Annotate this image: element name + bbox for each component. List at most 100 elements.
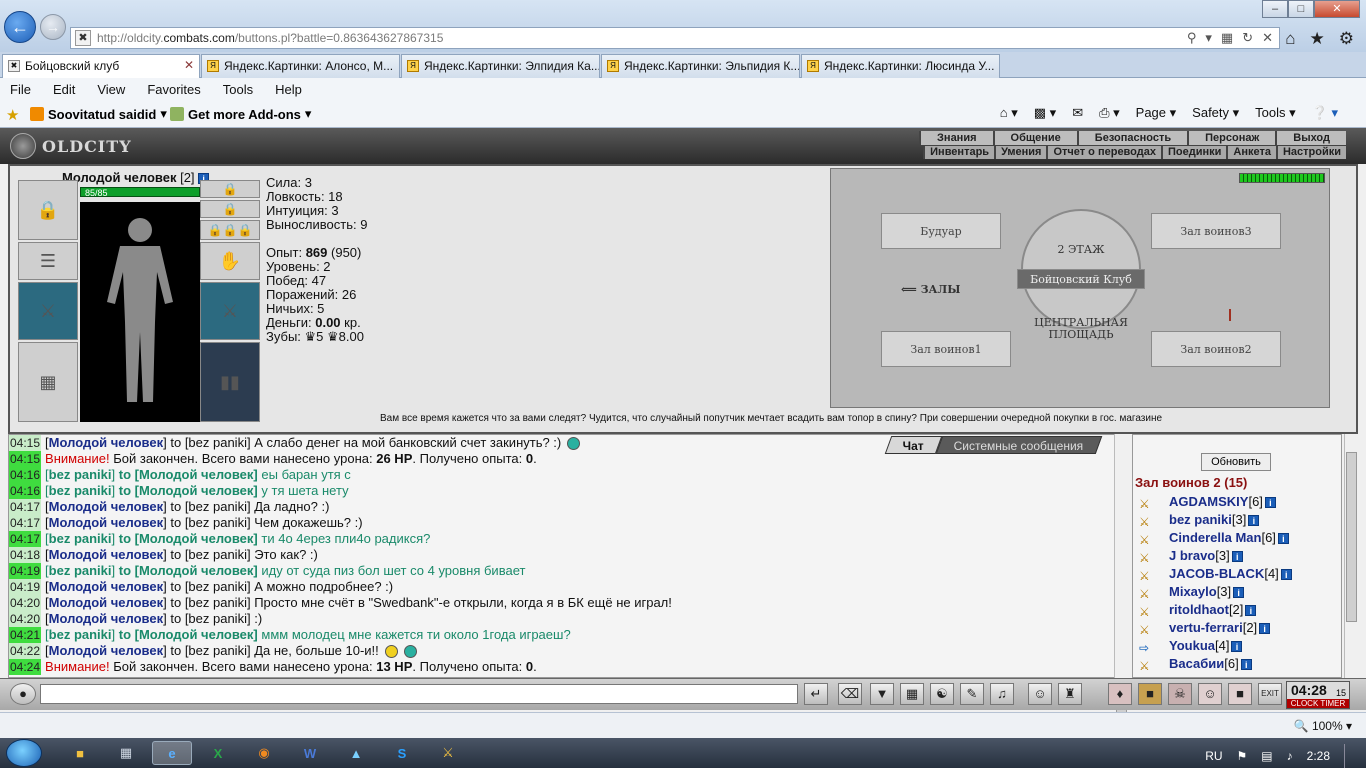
tab-yandex-1[interactable]: Я Яндекс.Картинки: Алонсо, М...	[201, 54, 400, 78]
close-button[interactable]: ✕	[1314, 0, 1360, 18]
chat-sender[interactable]: bez paniki	[49, 531, 112, 546]
nav-inventory[interactable]: Инвентарь	[923, 146, 995, 159]
menu-view[interactable]: View	[97, 82, 125, 97]
gloves-slot[interactable]: ✋	[200, 242, 260, 280]
menu-help[interactable]: Help	[275, 82, 302, 97]
chat-sender[interactable]: Молодой человек	[49, 643, 163, 658]
room-user[interactable]: ⚔ J bravo[3] i	[1133, 547, 1341, 565]
stop-icon[interactable]: ✕	[1262, 30, 1273, 46]
info-icon[interactable]: i	[1233, 587, 1245, 599]
refresh-button[interactable]: Обновить	[1201, 453, 1271, 471]
print-icon[interactable]: ⎙ ▾	[1099, 105, 1120, 121]
voice-icon[interactable]: ♫	[990, 683, 1014, 705]
user-name[interactable]: vertu-ferrari	[1169, 620, 1243, 635]
tab-close-icon[interactable]: ✕	[184, 58, 194, 72]
fav-get-addons[interactable]: Get more Add-ons ▾	[170, 106, 311, 122]
map-fight-club-button[interactable]: Бойцовский Клуб	[1017, 269, 1145, 289]
user-name[interactable]: Васабии	[1169, 656, 1224, 671]
language-indicator[interactable]: RU	[1205, 749, 1222, 763]
network-icon[interactable]: ▤	[1261, 749, 1272, 763]
nav-exit[interactable]: Выход	[1275, 131, 1346, 145]
user-name[interactable]: Youkua	[1169, 638, 1215, 653]
skype-icon[interactable]: S	[382, 741, 422, 765]
user-name[interactable]: Mixaylo	[1169, 584, 1217, 599]
room-scrollbar[interactable]	[1344, 434, 1358, 678]
safety-menu[interactable]: Safety ▾	[1192, 105, 1239, 121]
bag-icon[interactable]: ♦	[1108, 683, 1132, 705]
nav-settings[interactable]: Настройки	[1275, 146, 1346, 159]
offhand-slot[interactable]: ⚔	[200, 282, 260, 340]
room-user[interactable]: ⚔ Mixaylo[3] i	[1133, 583, 1341, 601]
show-desktop-button[interactable]	[1344, 744, 1356, 768]
chat-sender[interactable]: bez paniki	[49, 563, 112, 578]
skull-icon[interactable]: ☠	[1168, 683, 1192, 705]
help-icon[interactable]: ❔ ▾	[1312, 105, 1338, 121]
tools-menu[interactable]: Tools ▾	[1255, 105, 1296, 121]
home-cmd-icon[interactable]: ⌂ ▾	[1000, 105, 1018, 121]
chat-recipient[interactable]: to [bez paniki]	[170, 499, 250, 514]
chat-recipient[interactable]: to [bez paniki]	[170, 435, 250, 450]
map-room-warriors1[interactable]: Зал воинов1	[881, 331, 1011, 367]
info-icon[interactable]: i	[1231, 641, 1243, 653]
tab-yandex-4[interactable]: Я Яндекс.Картинки: Люсинда У...	[801, 54, 1000, 78]
info-icon[interactable]: i	[1248, 515, 1260, 527]
weapon-slot[interactable]: ⚔	[18, 282, 78, 340]
amulet-slot-lock-icon[interactable]: 🔒	[200, 200, 260, 218]
minimize-button[interactable]: –	[1262, 0, 1288, 18]
helmet-slot-lock-icon[interactable]: 🔒	[18, 180, 78, 240]
network-app-icon[interactable]: ▲	[336, 741, 376, 765]
room-user[interactable]: ⚔ Cinderella Man[6] i	[1133, 529, 1341, 547]
tab-combats[interactable]: ✖ Бойцовский клуб ✕	[2, 54, 200, 79]
map-icon[interactable]: ■	[1138, 683, 1162, 705]
room-user[interactable]: ⚔ AGDAMSKIY[6] i	[1133, 493, 1341, 511]
fight-icon[interactable]: ☯	[930, 683, 954, 705]
info-icon[interactable]: i	[1259, 623, 1271, 635]
chat-recipient[interactable]: to [Молодой человек]	[119, 627, 258, 642]
exit-icon[interactable]: EXIT	[1258, 683, 1282, 705]
chat-recipient[interactable]: to [bez paniki]	[170, 515, 250, 530]
menu-edit[interactable]: Edit	[53, 82, 75, 97]
group-icon[interactable]: ☺	[1198, 683, 1222, 705]
favorites-star-icon[interactable]: ★	[6, 106, 19, 124]
feeds-icon[interactable]: ▩ ▾	[1034, 105, 1056, 121]
room-user[interactable]: ⚔ vertu-ferrari[2] i	[1133, 619, 1341, 637]
nav-skills[interactable]: Умения	[994, 146, 1047, 159]
info-icon[interactable]: i	[1264, 497, 1276, 509]
private-icon[interactable]: ✎	[960, 683, 984, 705]
menu-file[interactable]: File	[10, 82, 31, 97]
tab-system-messages[interactable]: Системные сообщения	[935, 436, 1102, 454]
chat-recipient[interactable]: to [Молодой человек]	[119, 483, 258, 498]
save-log-icon[interactable]: ▦	[900, 683, 924, 705]
user-name[interactable]: ritoldhaot	[1169, 602, 1229, 617]
info-icon[interactable]: i	[1240, 659, 1252, 671]
info-icon[interactable]: i	[1277, 533, 1289, 545]
room-user[interactable]: ⇨ Youkua[4] i	[1133, 637, 1341, 655]
nav-profile[interactable]: Анкета	[1226, 146, 1276, 159]
tray-flag-icon[interactable]: ⚑	[1237, 749, 1248, 763]
chat-recipient[interactable]: to [bez paniki]	[170, 643, 250, 658]
menu-favorites[interactable]: Favorites	[147, 82, 200, 97]
refresh-icon[interactable]: ↻	[1242, 30, 1253, 46]
info-icon[interactable]: i	[1280, 569, 1292, 581]
nav-transfers[interactable]: Отчет о переводах	[1046, 146, 1161, 159]
clock-text[interactable]: 2:28	[1307, 749, 1330, 763]
chat-sender[interactable]: Молодой человек	[49, 499, 163, 514]
chat-sender[interactable]: Молодой человек	[49, 595, 163, 610]
ie-icon[interactable]: e	[152, 741, 192, 765]
user-name[interactable]: bez paniki	[1169, 512, 1232, 527]
eraser-icon[interactable]: ⌫	[838, 683, 862, 705]
favorites-star-icon[interactable]: ★	[1310, 29, 1325, 49]
tab-yandex-3[interactable]: Я Яндекс.Картинки: Эльпидия К...	[601, 54, 800, 78]
chat-input[interactable]	[40, 684, 798, 704]
maximize-button[interactable]: □	[1288, 0, 1314, 18]
rings-slot-lock-icon[interactable]: 🔒🔒🔒	[200, 220, 260, 240]
send-icon[interactable]: ↵	[804, 683, 828, 705]
room-user[interactable]: ⚔ ritoldhaot[2] i	[1133, 601, 1341, 619]
user-name[interactable]: JACOB-BLACK	[1169, 566, 1264, 581]
pants-slot[interactable]: ▮▮	[200, 342, 260, 422]
chat-sender[interactable]: Молодой человек	[49, 515, 163, 530]
nav-communication[interactable]: Общение	[992, 131, 1077, 145]
earring-slot-lock-icon[interactable]: 🔒	[200, 180, 260, 198]
dropdown-icon[interactable]: ▾	[1205, 30, 1212, 46]
chat-recipient[interactable]: to [Молодой человек]	[119, 467, 258, 482]
